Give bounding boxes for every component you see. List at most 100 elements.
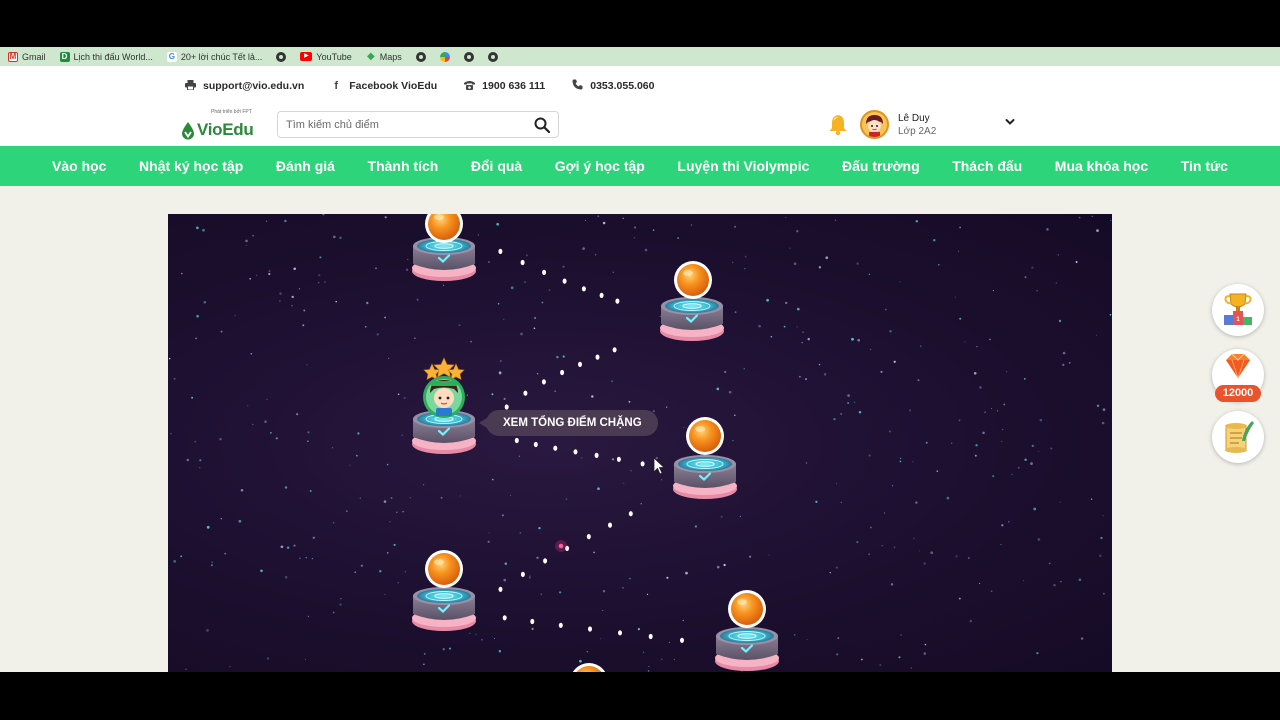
star-dot: [884, 308, 887, 311]
star-dot: [1011, 473, 1013, 475]
star-dot: [1038, 450, 1040, 452]
level-node-3[interactable]: [672, 417, 738, 500]
star-dot: [423, 663, 425, 665]
contact-facebook[interactable]: f Facebook VioEdu: [330, 80, 437, 92]
star-dot: [665, 406, 668, 408]
star-dot: [823, 373, 827, 376]
nav-mua-khoa-hoc[interactable]: Mua khóa học: [1055, 158, 1148, 174]
star-dot: [622, 217, 624, 219]
level-node-5[interactable]: [714, 590, 780, 672]
nav-nhat-ky-hoc-tap[interactable]: Nhật ký học tập: [139, 158, 243, 174]
vioedu-logo[interactable]: Phát triển bởi FPT VioEdu: [179, 109, 259, 141]
star-dot: [644, 248, 648, 252]
search-icon[interactable]: [534, 117, 550, 133]
bookmark-world-cup[interactable]: D Lịch thi đấu World...: [59, 51, 153, 62]
contact-phone[interactable]: 0353.055.060: [571, 79, 654, 93]
star-dot: [958, 250, 959, 252]
star-dot: [694, 525, 697, 528]
star-dot: [1080, 637, 1084, 640]
phone-icon: [571, 79, 583, 93]
bookmark-maps[interactable]: ◆ Maps: [366, 51, 402, 62]
star-dot: [390, 497, 393, 499]
bookmark-globe-4[interactable]: [487, 51, 498, 62]
star-dot: [1096, 229, 1099, 232]
leaderboard-button[interactable]: 1: [1212, 284, 1264, 336]
gems-button[interactable]: 12000: [1212, 349, 1264, 402]
star-dot: [305, 557, 307, 559]
game-map-canvas[interactable]: XEM TỔNG ĐIỂM CHẶNG: [168, 214, 1112, 672]
bookmark-pinwheel[interactable]: [439, 51, 450, 62]
notification-bell-icon[interactable]: [828, 114, 848, 136]
path-dot: [615, 298, 620, 304]
star-dot: [488, 532, 490, 534]
nav-goi-y-hoc-tap[interactable]: Gợi ý học tập: [555, 158, 645, 174]
star-dot: [856, 541, 859, 544]
contact-hotline[interactable]: 1900 636 111: [463, 80, 545, 93]
star-dot: [633, 237, 636, 239]
star-dot: [967, 556, 970, 560]
star-dot: [470, 340, 472, 343]
star-dot: [416, 298, 419, 301]
star-dot: [540, 593, 542, 595]
path-dot: [514, 437, 519, 444]
star-dot: [600, 638, 602, 640]
star-dot: [491, 393, 494, 396]
level-node-4[interactable]: [411, 550, 477, 632]
tasks-button[interactable]: [1212, 411, 1264, 463]
bookmark-youtube[interactable]: ▶ YouTube: [300, 52, 352, 62]
star-dot: [724, 370, 727, 374]
star-dot: [541, 301, 544, 304]
star-dot: [912, 461, 914, 463]
nav-dau-truong[interactable]: Đấu trường: [842, 158, 920, 174]
nav-luyen-thi-violympic[interactable]: Luyện thi Violympic: [677, 158, 809, 174]
star-dot: [403, 397, 406, 400]
star-dot: [565, 498, 568, 500]
user-name: Lê Duy: [898, 113, 930, 124]
nav-vao-hoc[interactable]: Vào học: [52, 158, 106, 174]
star-dot: [868, 273, 871, 276]
level-node-6-partial[interactable]: [570, 663, 608, 672]
bookmark-globe-2[interactable]: [415, 51, 426, 62]
bookmark-globe-3[interactable]: [463, 51, 474, 62]
star-dot: [307, 440, 309, 442]
star-dot: [195, 337, 197, 340]
path-dot: [618, 630, 622, 636]
star-dot: [518, 455, 521, 458]
bookmark-globe-1[interactable]: [276, 51, 287, 62]
star-dot: [562, 355, 565, 358]
star-dot: [744, 255, 747, 258]
star-dot: [414, 337, 416, 339]
star-dot: [683, 426, 685, 429]
contact-email[interactable]: support@vio.edu.vn: [184, 79, 304, 93]
star-dot: [925, 441, 928, 444]
nav-thanh-tich[interactable]: Thành tích: [368, 158, 439, 174]
star-dot: [357, 432, 360, 435]
nav-doi-qua[interactable]: Đổi quà: [471, 158, 522, 174]
search-box[interactable]: [277, 111, 559, 138]
star-dot: [275, 437, 278, 440]
stage-score-tooltip[interactable]: XEM TỔNG ĐIỂM CHẶNG: [479, 410, 658, 436]
chevron-down-icon[interactable]: [1004, 116, 1016, 128]
star-dot: [661, 658, 663, 661]
nav-thach-dau[interactable]: Thách đấu: [952, 158, 1022, 174]
star-dot: [938, 264, 940, 266]
star-dot: [794, 634, 796, 636]
star-dot: [386, 463, 389, 466]
star-dot: [908, 409, 912, 412]
search-input[interactable]: [286, 112, 526, 137]
bookmark-tet-wishes[interactable]: G 20+ lời chúc Tết lả...: [166, 51, 262, 62]
main-nav: Vào học Nhật ký học tập Đánh giá Thành t…: [0, 146, 1280, 186]
user-avatar[interactable]: [860, 110, 889, 139]
path-dot: [560, 369, 565, 376]
level-node-1[interactable]: [411, 214, 477, 282]
star-dot: [194, 440, 197, 443]
path-dot: [648, 633, 653, 640]
level-node-current[interactable]: [411, 357, 477, 455]
star-dot: [206, 629, 209, 632]
nav-danh-gia[interactable]: Đánh giá: [276, 158, 335, 174]
level-node-2[interactable]: [659, 261, 725, 342]
star-dot: [510, 286, 514, 290]
bookmark-gmail[interactable]: M Gmail: [8, 51, 46, 62]
nav-tin-tuc[interactable]: Tin tức: [1181, 158, 1228, 174]
star-dot: [975, 444, 978, 447]
